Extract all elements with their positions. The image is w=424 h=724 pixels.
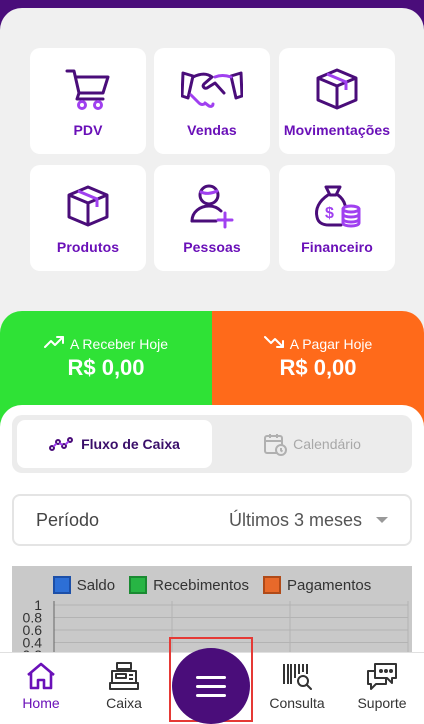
tile-financeiro[interactable]: $ Financeiro [279,165,395,271]
tile-produtos[interactable]: Produtos [30,165,146,271]
handshake-icon [181,66,243,112]
legend-item-saldo[interactable]: Saldo [52,576,116,594]
line-chart-icon [49,437,74,451]
calendar-icon [263,432,288,456]
legend-swatch [129,576,148,594]
pay-today-label: A Pagar Hoje [289,335,373,352]
trend-up-icon [43,335,64,352]
menu-icon [196,675,226,697]
tile-pdv[interactable]: PDV [30,48,146,154]
nav-suporte-label: Suporte [357,695,407,711]
trend-down-icon [263,335,284,352]
chart-legend: Saldo Recebimentos Pagamentos [12,576,412,594]
chevron-down-icon [376,517,388,523]
box-icon [314,66,360,112]
tile-label: PDV [73,122,103,138]
legend-label: Saldo [76,576,116,594]
tile-label: Vendas [187,122,237,138]
tile-label: Produtos [56,239,120,255]
legend-swatch [52,576,71,594]
legend-item-pagamentos[interactable]: Pagamentos [263,576,371,594]
nav-consulta-label: Consulta [269,695,325,711]
legend-label: Pagamentos [287,576,372,594]
main-sheet: PDV Vendas Movimentações Produtos Pessoa… [0,8,424,724]
nav-caixa-label: Caixa [106,695,142,711]
chat-icon [365,661,399,691]
tab-cashflow-label: Fluxo de Caixa [81,436,180,452]
tile-label: Movimentações [283,122,391,138]
box-icon [65,183,111,229]
person-add-icon [189,183,235,229]
view-tabs: Fluxo de Caixa Calendário [12,415,412,473]
nav-caixa[interactable]: Caixa [84,661,164,711]
nav-suporte[interactable]: Suporte [342,661,422,711]
period-label: Período [36,509,100,530]
tile-movimentacoes[interactable]: Movimentações [279,48,395,154]
legend-swatch [263,576,282,594]
legend-item-recebimentos[interactable]: Recebimentos [129,576,249,594]
tile-label: Pessoas [183,239,241,255]
nav-home[interactable]: Home [1,661,81,711]
period-select[interactable]: Período Últimos 3 meses [12,494,412,546]
tile-pessoas[interactable]: Pessoas [154,165,270,271]
nav-home-label: Home [22,695,60,711]
tile-vendas[interactable]: Vendas [154,48,270,154]
receive-today-value: R$ 0,00 [67,355,145,380]
nav-consulta[interactable]: Consulta [257,661,337,711]
shopping-cart-icon [64,66,112,112]
pay-today-value: R$ 0,00 [279,355,357,380]
tab-calendar-label: Calendário [293,436,361,452]
home-icon [25,661,57,691]
tab-cashflow[interactable]: Fluxo de Caixa [17,420,212,468]
svg-text:$: $ [325,205,334,222]
period-value: Últimos 3 meses [228,509,362,530]
tab-calendar[interactable]: Calendário [217,420,407,468]
tile-label: Financeiro [301,239,373,255]
barcode-search-icon [281,661,313,691]
money-bag-icon: $ [313,183,361,229]
legend-label: Recebimentos [153,576,250,594]
menu-button[interactable] [172,648,250,724]
receive-today-label: A Receber Hoje [69,335,169,352]
cash-register-icon [108,661,140,691]
